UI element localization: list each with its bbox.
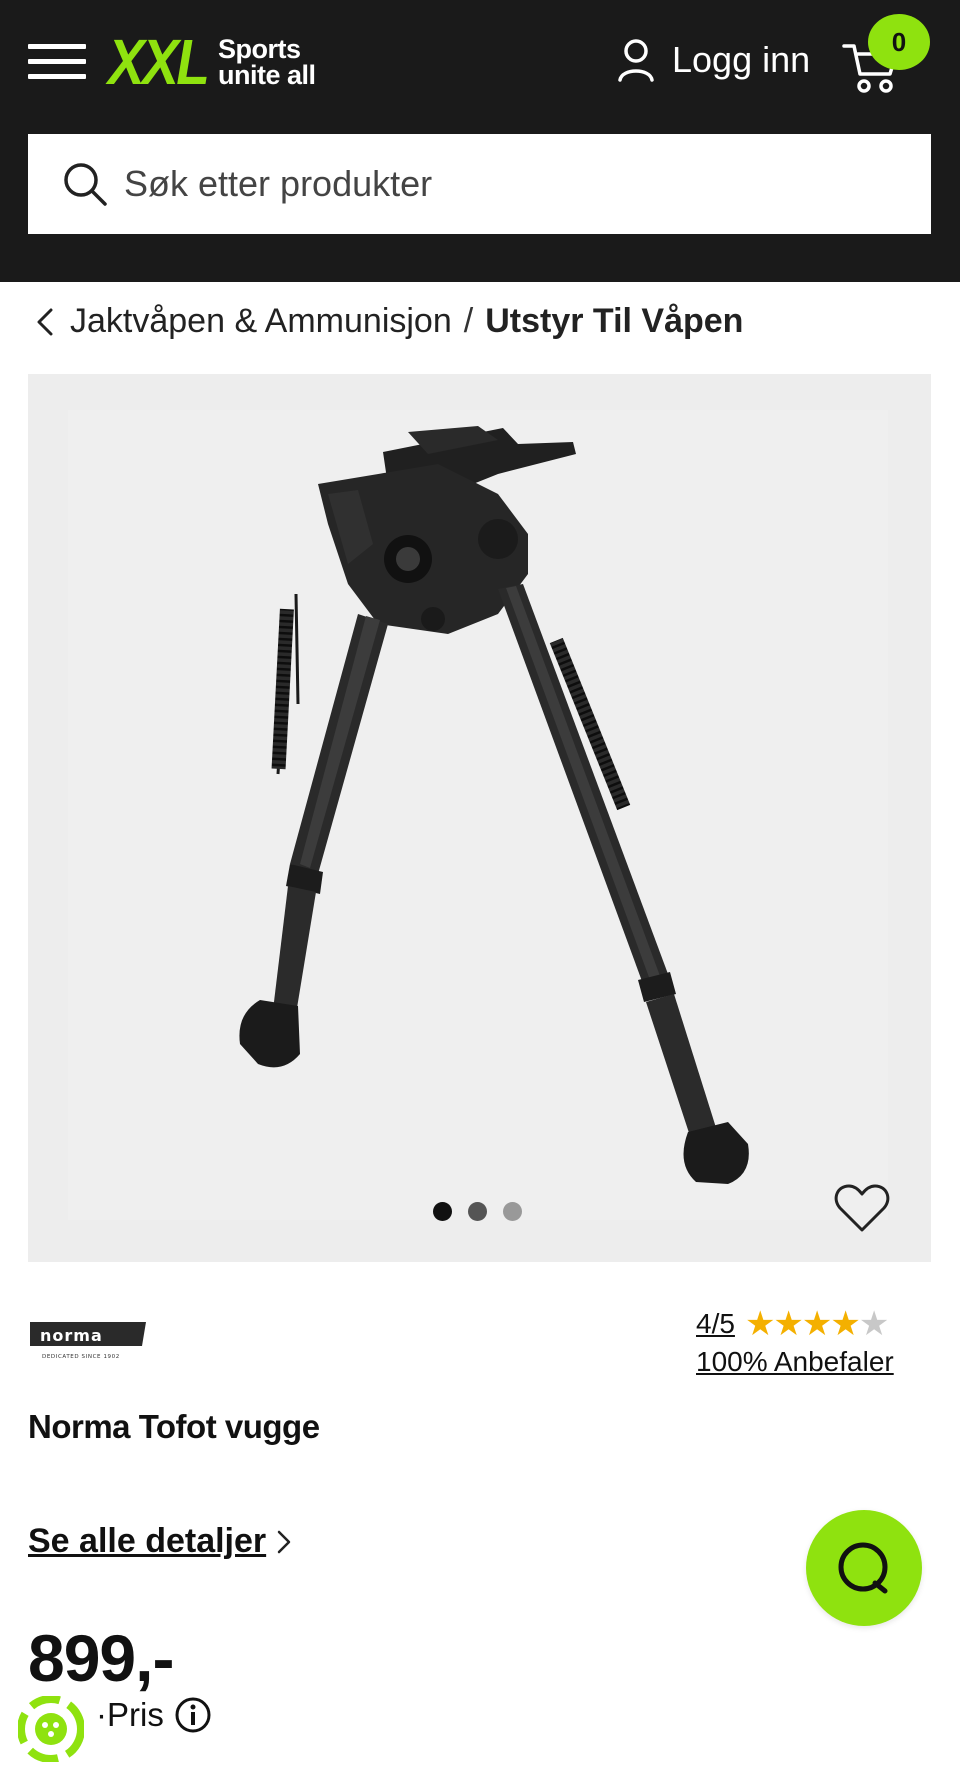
breadcrumb-separator: / <box>463 302 474 340</box>
tagline-line-1: Sports <box>218 34 301 64</box>
xxl-logo[interactable]: XXL Sports unite all <box>108 26 316 98</box>
rating-stars: ★ ★ ★ ★ ★ <box>744 1304 890 1344</box>
star-icon: ★ <box>773 1305 804 1343</box>
product-rating[interactable]: 4/5 ★ ★ ★ ★ ★ <box>696 1304 890 1344</box>
search-icon <box>64 163 107 206</box>
tagline-line-2: unite all <box>218 60 316 90</box>
chevron-right-icon <box>277 1530 291 1553</box>
info-icon[interactable] <box>174 1696 212 1734</box>
product-image <box>239 426 749 1184</box>
chat-button[interactable] <box>806 1510 922 1626</box>
price-label: ·Pris <box>96 1696 212 1734</box>
hamburger-menu-icon <box>28 44 86 49</box>
brand-logo-text: norma <box>40 1326 103 1345</box>
chat-icon <box>838 1542 888 1594</box>
brand-logo[interactable]: norma DEDICATED SINCE 1902 <box>28 1320 148 1364</box>
chevron-left-icon[interactable] <box>36 308 54 336</box>
star-empty-icon: ★ <box>858 1305 890 1343</box>
star-icon: ★ <box>830 1305 861 1343</box>
heart-icon[interactable] <box>834 1182 890 1234</box>
product-image-gallery[interactable] <box>28 374 931 1262</box>
details-label: Se alle detaljer <box>28 1522 267 1560</box>
logo-tagline: Sports unite all <box>218 34 316 90</box>
breadcrumb-current[interactable]: Utstyr Til Våpen <box>485 302 743 341</box>
gallery-dot[interactable] <box>503 1202 522 1221</box>
gallery-pagination <box>433 1202 522 1221</box>
hamburger-line <box>28 59 86 64</box>
loyalty-widget-icon[interactable] <box>18 1696 84 1762</box>
breadcrumb: Jaktvåpen & Ammunisjon / Utstyr Til Våpe… <box>36 302 743 341</box>
menu-button[interactable] <box>28 42 88 82</box>
price-label-text: ·Pris <box>96 1696 164 1733</box>
logo-text: XXL <box>108 26 210 98</box>
gallery-dot[interactable] <box>468 1202 487 1221</box>
brand-logo-tagline: DEDICATED SINCE 1902 <box>42 1354 120 1360</box>
see-all-details-link[interactable]: Se alle detaljer <box>28 1522 292 1561</box>
star-icon: ★ <box>801 1305 833 1343</box>
login-label: Logg inn <box>672 39 811 80</box>
star-icon: ★ <box>744 1305 776 1343</box>
breadcrumb-parent[interactable]: Jaktvåpen & Ammunisjon <box>70 302 452 341</box>
product-title: Norma Tofot vugge <box>28 1408 320 1445</box>
hamburger-line <box>28 74 86 79</box>
cart-count-badge: 0 <box>868 14 930 70</box>
login-button[interactable]: Logg inn <box>618 38 810 82</box>
gallery-dot[interactable] <box>433 1202 452 1221</box>
rating-score: 4/5 <box>696 1308 735 1339</box>
recommend-link[interactable]: 100% Anbefaler <box>696 1346 894 1378</box>
search-bar[interactable]: Søk etter produkter <box>28 134 931 234</box>
site-header: XXL Sports unite all Logg inn 0 Søk ette… <box>0 0 960 282</box>
search-input[interactable]: Søk etter produkter <box>124 163 432 205</box>
user-icon <box>618 39 654 82</box>
product-price: 899,- <box>28 1621 174 1695</box>
